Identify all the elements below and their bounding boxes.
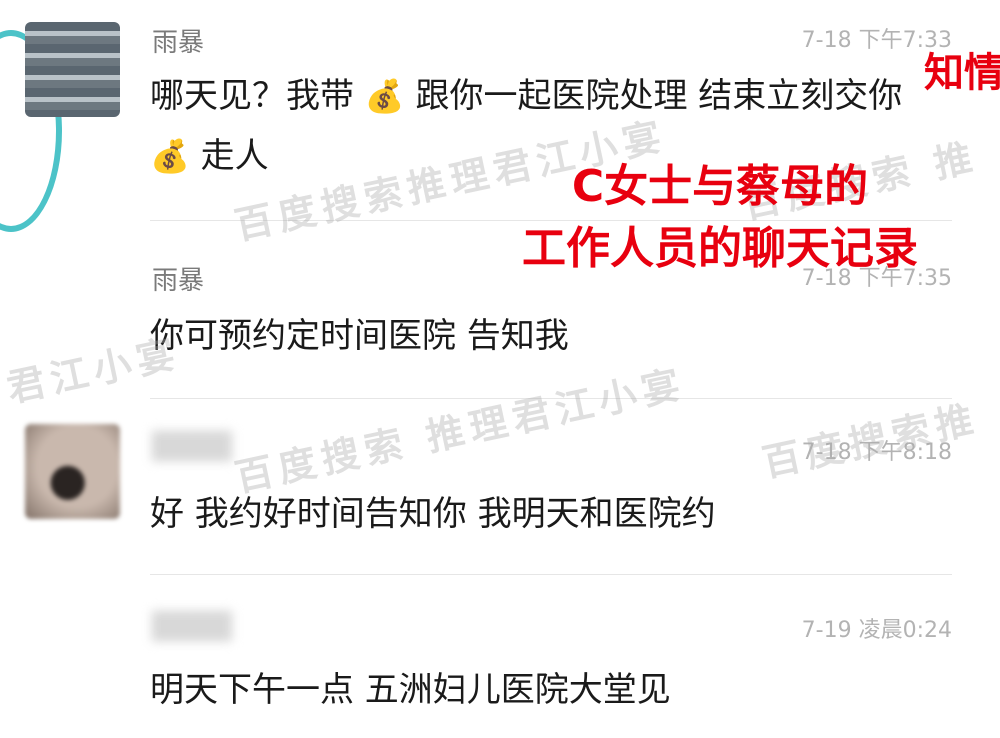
sender-name: ████ [152, 432, 232, 462]
message-text-part: 哪天见？我带 [150, 76, 354, 116]
overlay-caption-line2: 工作人员的聊天记录 [522, 223, 918, 274]
message-text-part: 走人 [200, 136, 269, 176]
message-text-part: 跟你一起医院处理 结束立刻交你 [415, 76, 903, 116]
message-timestamp: 7-19 凌晨0:24 [801, 618, 952, 643]
overlay-caption-line1: C女士与蔡母的 [571, 161, 869, 212]
money-bag-icon: 💰 [150, 137, 190, 175]
message-text[interactable]: 你可预约定时间医院 告知我 [150, 306, 950, 366]
sender-name: 雨暴 [152, 266, 205, 296]
avatar[interactable] [25, 424, 120, 519]
divider [150, 398, 952, 399]
message-text[interactable]: 好 我约好时间告知你 我明天和医院约 [150, 484, 950, 544]
sender-name: ████ [152, 612, 232, 642]
sender-name: 雨暴 [152, 28, 205, 58]
divider [150, 574, 952, 575]
message-text[interactable]: 明天下午一点 五洲妇儿医院大堂见 [150, 660, 950, 720]
watermark: 百度搜索 推理君江小宴 [231, 361, 690, 501]
money-bag-icon: 💰 [364, 77, 405, 115]
overlay-corner-text: 知情 [924, 50, 1000, 96]
message-timestamp: 7-18 下午8:18 [801, 440, 952, 465]
avatar[interactable] [25, 22, 120, 117]
